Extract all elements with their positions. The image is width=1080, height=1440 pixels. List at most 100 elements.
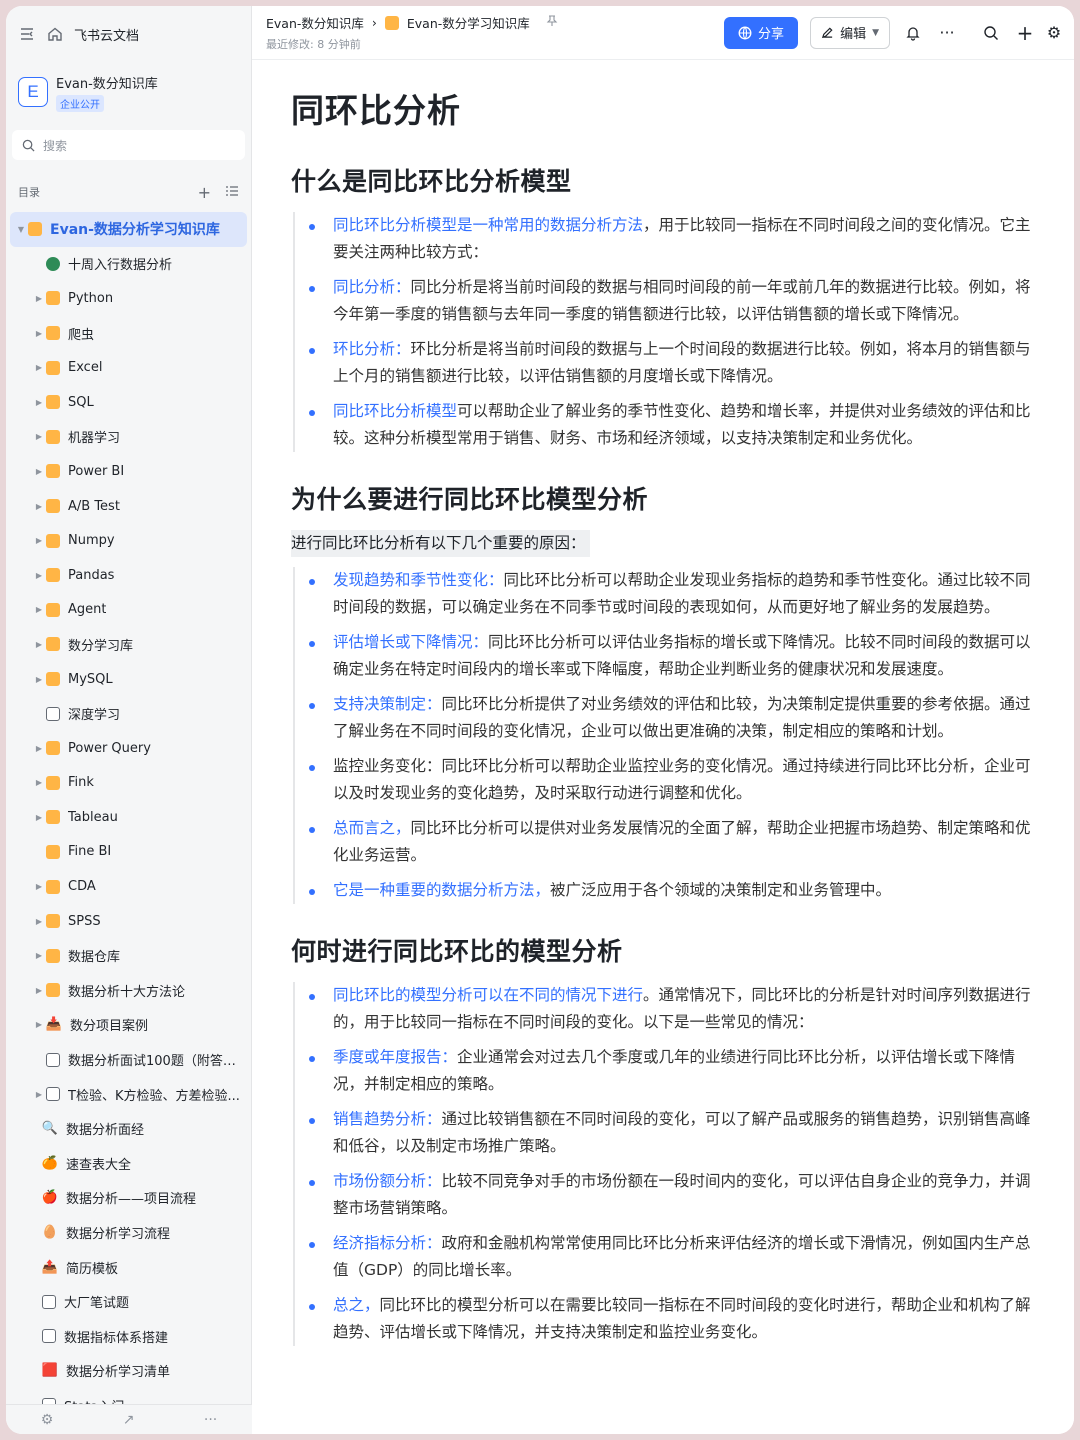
chevron-right-icon[interactable]: ▶	[32, 882, 46, 891]
bullet-icon	[309, 765, 317, 807]
pin-icon[interactable]	[546, 15, 558, 30]
folder-icon	[46, 637, 60, 652]
sidebar-item[interactable]: ▶ Excel	[6, 350, 251, 385]
list-item: 监控业务变化：同比环比分析可以帮助企业监控业务的变化情况。通过持续进行同比环比分…	[309, 753, 1034, 807]
sidebar-item[interactable]: ▶ 机器学习	[6, 420, 251, 455]
breadcrumb-page[interactable]: Evan-数分学习知识库	[407, 13, 530, 32]
sidebar-item[interactable]: 🟥 数据分析学习清单	[6, 1354, 251, 1389]
add-icon[interactable]: +	[1014, 21, 1036, 45]
highlight-text: 环比分析：	[333, 340, 411, 358]
chevron-right-icon[interactable]: ▶	[32, 571, 46, 580]
sidebar-item-label: CDA	[68, 879, 96, 895]
document-icon	[46, 706, 60, 721]
sidebar-item[interactable]: ▶ Agent	[6, 593, 251, 628]
highlight-text: 同比环比的模型分析可以在不同的情况下进行	[333, 986, 644, 1004]
folder-icon	[384, 15, 399, 30]
search-input[interactable]: 搜索	[12, 130, 245, 160]
sidebar-item[interactable]: ▼ Evan-数据分析学习知识库	[10, 212, 247, 247]
sidebar-item[interactable]: ▶ SPSS	[6, 904, 251, 939]
chevron-right-icon[interactable]: ▶	[32, 986, 46, 995]
sidebar-item[interactable]: 🍎 数据分析——项目流程	[6, 1181, 251, 1216]
sidebar-item[interactable]: 数据分析面试100题（附答案...	[6, 1042, 251, 1077]
chevron-right-icon[interactable]: ▶	[32, 605, 46, 614]
document-icon	[46, 1052, 60, 1067]
sidebar-item[interactable]: ▶ Power BI	[6, 454, 251, 489]
add-icon[interactable]: +	[198, 183, 211, 202]
bullet-icon	[309, 889, 317, 904]
share-out-icon[interactable]: ↗	[123, 1412, 135, 1428]
sidebar-item[interactable]: 🍊 速查表大全	[6, 1146, 251, 1181]
chevron-down-icon[interactable]: ▼	[14, 225, 28, 234]
settings-icon[interactable]: ⚙	[41, 1412, 54, 1428]
sidebar-item[interactable]: 🥚 数据分析学习流程	[6, 1215, 251, 1250]
chevron-right-icon[interactable]: ▶	[32, 398, 46, 407]
sidebar-item[interactable]: ▶ 数据分析十大方法论	[6, 973, 251, 1008]
sidebar-item[interactable]: Fine BI	[6, 835, 251, 870]
share-button[interactable]: 分享	[724, 16, 799, 49]
top-bar: Evan-数分知识库 › Evan-数分学习知识库 最近修改: 8 分钟前 分享	[252, 6, 1074, 60]
sidebar-item[interactable]: ▶ 数据仓库	[6, 938, 251, 973]
highlight-text: 同比分析：	[333, 278, 411, 296]
sidebar-item[interactable]: 数据指标体系搭建	[6, 1319, 251, 1354]
sidebar-item[interactable]: ▶ CDA	[6, 869, 251, 904]
sidebar-item[interactable]: ▶ Power Query	[6, 731, 251, 766]
sidebar-item[interactable]: ▶ MySQL	[6, 662, 251, 697]
breadcrumb-kb[interactable]: Evan-数分知识库	[266, 13, 364, 32]
list-item: 总而言之，同比环比分析可以提供对业务发展情况的全面了解，帮助企业把握市场趋势、制…	[309, 815, 1034, 869]
chevron-right-icon[interactable]: ▶	[32, 329, 46, 338]
sidebar-item[interactable]: 📤 简历模板	[6, 1250, 251, 1285]
sidebar-item[interactable]: ▶ A/B Test	[6, 489, 251, 524]
list-item: 同比分析：同比分析是将当前时间段的数据与相同时间段的前一年或前几年的数据进行比较…	[309, 274, 1034, 328]
sidebar-item-label: 数据分析面试100题（附答案...	[68, 1054, 245, 1070]
sidebar-item[interactable]: 深度学习	[6, 696, 251, 731]
bell-icon[interactable]	[902, 22, 924, 44]
sidebar-item[interactable]: ▶ Fink	[6, 766, 251, 801]
sidebar-item-label: SPSS	[68, 913, 101, 929]
list-settings-icon[interactable]	[225, 183, 239, 202]
sidebar-item[interactable]: ▶ 📥 数分项目案例	[6, 1008, 251, 1043]
sidebar-item[interactable]: ▶ Tableau	[6, 800, 251, 835]
chevron-right-icon[interactable]: ▶	[32, 778, 46, 787]
sidebar-item[interactable]: ▶ T检验、K方检验、方差检验...	[6, 1077, 251, 1112]
collapse-sidebar-icon[interactable]	[18, 25, 36, 43]
search-icon[interactable]	[980, 22, 1002, 44]
chevron-right-icon[interactable]: ▶	[32, 294, 46, 303]
chevron-right-icon[interactable]: ▶	[32, 467, 46, 476]
bullet-icon	[309, 994, 317, 1036]
chevron-right-icon[interactable]: ▶	[32, 744, 46, 753]
knowledge-base-card[interactable]: E Evan-数分知识库 企业公开	[6, 62, 251, 122]
home-icon[interactable]	[46, 25, 64, 43]
chevron-right-icon[interactable]: ▶	[32, 363, 46, 372]
sidebar-item[interactable]: 🔍 数据分析面经	[6, 1111, 251, 1146]
list-item-text: 季度或年度报告：企业通常会对过去几个季度或几年的业绩进行同比环比分析，以评估增长…	[333, 1044, 1034, 1098]
sidebar-item[interactable]: ▶ 爬虫	[6, 316, 251, 351]
list-item-text: 市场份额分析：比较不同竞争对手的市场份额在一段时间内的变化，可以评估自身企业的竞…	[333, 1168, 1034, 1222]
chevron-right-icon[interactable]: ▶	[32, 917, 46, 926]
chevron-right-icon[interactable]: ▶	[32, 502, 46, 511]
chevron-right-icon[interactable]: ▶	[32, 1020, 46, 1029]
sidebar-item-label: Fine BI	[68, 844, 112, 860]
bullet-icon	[309, 410, 317, 452]
sidebar-item[interactable]: ▶ 数分学习库	[6, 627, 251, 662]
chevron-right-icon[interactable]: ▶	[32, 951, 46, 960]
chevron-right-icon[interactable]: ▶	[32, 432, 46, 441]
section-heading: 什么是同比环比分析模型	[291, 167, 572, 196]
chevron-right-icon[interactable]: ▶	[32, 640, 46, 649]
sidebar-item[interactable]: 十周入行数据分析	[6, 247, 251, 282]
sidebar-item[interactable]: ▶ Pandas	[6, 558, 251, 593]
settings-icon[interactable]: ⚙	[1048, 22, 1060, 44]
chevron-right-icon[interactable]: ▶	[32, 813, 46, 822]
folder-icon	[46, 914, 60, 929]
chevron-right-icon[interactable]: ▶	[32, 536, 46, 545]
chevron-right-icon[interactable]: ▶	[32, 1090, 46, 1099]
more-icon[interactable]: ···	[204, 1412, 217, 1428]
sidebar-item[interactable]: 大厂笔试题	[6, 1284, 251, 1319]
list-item-text: 总而言之，同比环比分析可以提供对业务发展情况的全面了解，帮助企业把握市场趋势、制…	[333, 815, 1034, 869]
more-icon[interactable]: ···	[936, 22, 958, 44]
chevron-right-icon[interactable]: ▶	[32, 675, 46, 684]
sidebar-item[interactable]: ▶ SQL	[6, 385, 251, 420]
edit-button[interactable]: 编辑 ▼	[810, 16, 890, 49]
sidebar-item[interactable]: ▶ Python	[6, 281, 251, 316]
app-name[interactable]: 飞书云文档	[74, 25, 139, 44]
sidebar-item[interactable]: ▶ Numpy	[6, 523, 251, 558]
